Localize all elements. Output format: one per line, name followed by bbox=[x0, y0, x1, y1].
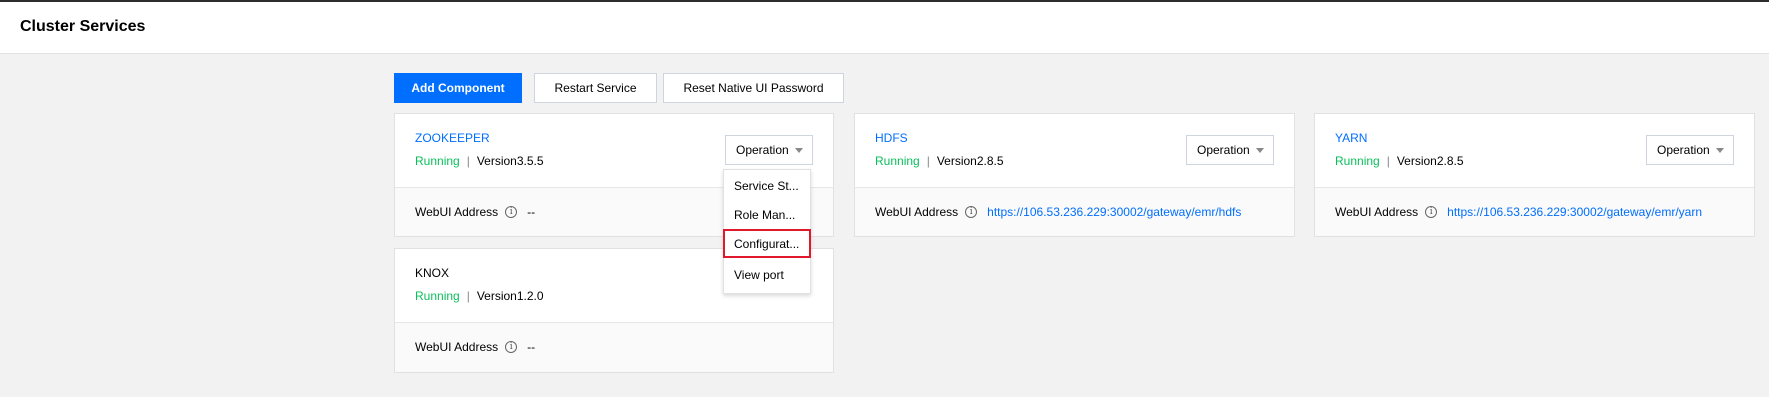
service-name[interactable]: HDFS bbox=[875, 131, 908, 145]
info-icon[interactable]: i bbox=[505, 341, 518, 353]
webui-value: -- bbox=[527, 205, 536, 219]
menu-item-role-management[interactable]: Role Man... bbox=[724, 202, 810, 228]
separator: | bbox=[466, 289, 470, 303]
webui-link[interactable]: https://106.53.236.229:30002/gateway/emr… bbox=[987, 205, 1241, 219]
page-title: Cluster Services bbox=[20, 18, 146, 35]
version-text: Version1.2.0 bbox=[476, 289, 544, 303]
service-card-hdfs: HDFS Running | Version2.8.5 Operation WebU… bbox=[854, 113, 1295, 237]
status-text: Running bbox=[1335, 154, 1380, 168]
operation-label: Operation bbox=[1657, 143, 1710, 157]
info-icon[interactable]: i bbox=[1425, 206, 1438, 218]
menu-item-configuration[interactable]: Configurat... bbox=[723, 229, 811, 258]
menu-item-view-port[interactable]: View port bbox=[724, 262, 810, 288]
operation-dropdown[interactable]: Operation bbox=[1186, 135, 1274, 165]
operation-menu: Service St... Role Man... Configurat... … bbox=[723, 169, 811, 294]
webui-label: WebUI Address bbox=[415, 205, 499, 219]
service-name[interactable]: KNOX bbox=[415, 266, 449, 280]
menu-item-service-status[interactable]: Service St... bbox=[724, 173, 810, 199]
webui-row: WebUI Address i -- bbox=[415, 205, 535, 219]
restart-service-button[interactable]: Restart Service bbox=[534, 73, 657, 103]
service-name[interactable]: ZOOKEEPER bbox=[415, 131, 490, 145]
service-card-yarn: YARN Running | Version2.8.5 Operation WebU… bbox=[1314, 113, 1755, 237]
version-text: Version2.8.5 bbox=[1396, 154, 1464, 168]
status-row: Running | Version2.8.5 bbox=[875, 154, 1004, 168]
webui-row: WebUI Address i https://106.53.236.229:3… bbox=[875, 205, 1241, 219]
status-text: Running bbox=[415, 154, 460, 168]
version-text: Version2.8.5 bbox=[936, 154, 1004, 168]
separator: | bbox=[466, 154, 470, 168]
webui-row: WebUI Address i -- bbox=[415, 340, 535, 354]
webui-label: WebUI Address bbox=[415, 340, 499, 354]
info-icon[interactable]: i bbox=[965, 206, 978, 218]
version-text: Version3.5.5 bbox=[476, 154, 544, 168]
status-text: Running bbox=[415, 289, 460, 303]
chevron-down-icon bbox=[1256, 148, 1264, 153]
webui-label: WebUI Address bbox=[1335, 205, 1419, 219]
status-row: Running | Version3.5.5 bbox=[415, 154, 544, 168]
status-row: Running | Version1.2.0 bbox=[415, 289, 544, 303]
service-name[interactable]: YARN bbox=[1335, 131, 1367, 145]
webui-label: WebUI Address bbox=[875, 205, 959, 219]
operation-dropdown[interactable]: Operation bbox=[725, 135, 813, 165]
chevron-down-icon bbox=[795, 148, 803, 153]
separator: | bbox=[1386, 154, 1390, 168]
reset-password-button[interactable]: Reset Native UI Password bbox=[663, 73, 844, 103]
operation-label: Operation bbox=[736, 143, 789, 157]
info-icon[interactable]: i bbox=[505, 206, 518, 218]
separator: | bbox=[926, 154, 930, 168]
operation-dropdown[interactable]: Operation bbox=[1646, 135, 1734, 165]
webui-link[interactable]: https://106.53.236.229:30002/gateway/emr… bbox=[1447, 205, 1702, 219]
webui-row: WebUI Address i https://106.53.236.229:3… bbox=[1335, 205, 1702, 219]
status-row: Running | Version2.8.5 bbox=[1335, 154, 1464, 168]
add-component-button[interactable]: Add Component bbox=[394, 73, 522, 103]
status-text: Running bbox=[875, 154, 920, 168]
page-header: Cluster Services bbox=[0, 2, 1769, 54]
webui-value: -- bbox=[527, 340, 536, 354]
operation-label: Operation bbox=[1197, 143, 1250, 157]
chevron-down-icon bbox=[1716, 148, 1724, 153]
